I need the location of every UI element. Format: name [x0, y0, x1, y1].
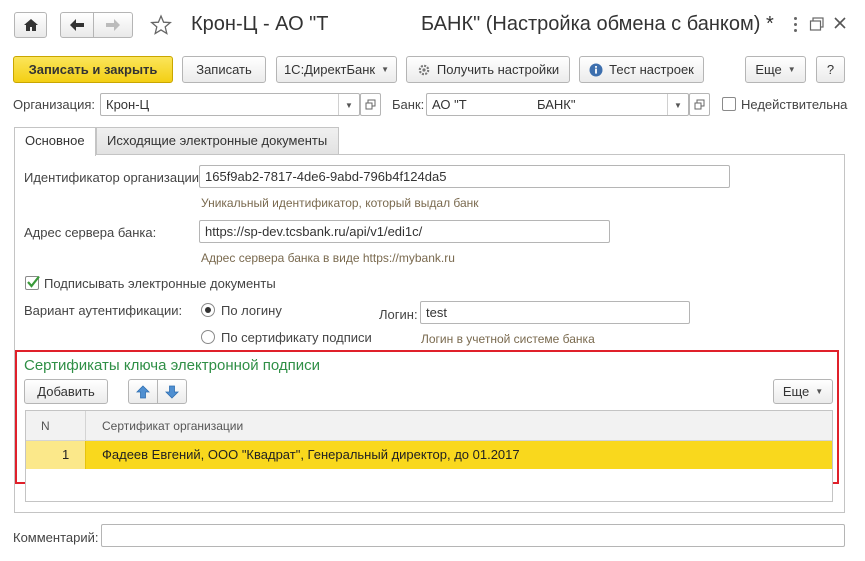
invalid-label: Недействительна [741, 97, 848, 112]
more-label: Еще [755, 62, 782, 77]
auth-by-cert-radio[interactable] [201, 330, 215, 344]
arrow-up-icon [136, 384, 150, 398]
org-id-input[interactable]: 165f9ab2-7817-4de6-9abd-796b4f124da5 [199, 165, 730, 188]
star-icon [150, 14, 172, 35]
certificates-more-label: Еще [782, 384, 810, 399]
org-id-hint: Уникальный идентификатор, который выдал … [201, 196, 479, 210]
move-down-button[interactable] [157, 379, 187, 404]
menu-kebab-icon[interactable] [789, 14, 803, 34]
certificates-section-title: Сертификаты ключа электронной подписи [24, 357, 321, 374]
get-settings-button[interactable]: Получить настройки [406, 56, 570, 83]
organization-field[interactable]: Крон-Ц ▼ [100, 93, 360, 116]
directbank-menu-button[interactable]: 1С:ДиректБанк ▼ [276, 56, 397, 83]
gear-icon [418, 64, 430, 75]
bank-value-part2: БАНК" [537, 97, 576, 112]
login-hint: Логин в учетной системе банка [421, 332, 595, 346]
test-settings-button[interactable]: Тест настроек [579, 56, 704, 83]
chevron-down-icon: ▼ [381, 65, 390, 74]
window-title-part1: Крон-Ц - АО "Т [191, 13, 329, 35]
help-button[interactable]: ? [816, 56, 845, 83]
home-button[interactable] [14, 12, 47, 38]
auth-by-cert-label: По сертификату подписи [221, 330, 372, 345]
auth-by-login-label: По логину [221, 303, 282, 318]
row-certificate: Фадеев Евгений, ООО "Квадрат", Генеральн… [102, 447, 520, 462]
arrow-left-icon [70, 19, 84, 31]
column-header-certificate[interactable]: Сертификат организации [102, 419, 243, 433]
bank-open-button[interactable] [689, 93, 710, 116]
save-and-close-label: Записать и закрыть [28, 62, 158, 77]
move-up-button[interactable] [128, 379, 158, 404]
home-icon [23, 19, 38, 31]
tab-outgoing-documents[interactable]: Исходящие электронные документы [96, 127, 339, 154]
open-window-icon [694, 99, 705, 110]
organization-value: Крон-Ц [106, 97, 150, 112]
org-id-label: Идентификатор организации: [24, 170, 203, 185]
save-label: Записать [196, 62, 252, 77]
add-certificate-label: Добавить [37, 384, 95, 399]
tab-outgoing-documents-label: Исходящие электронные документы [107, 133, 328, 148]
server-address-label: Адрес сервера банка: [24, 225, 157, 240]
sign-documents-checkbox[interactable] [25, 275, 40, 290]
certificates-more-button[interactable]: Еще ▼ [773, 379, 833, 404]
org-id-value: 165f9ab2-7817-4de6-9abd-796b4f124da5 [205, 169, 447, 184]
info-icon [589, 63, 603, 76]
server-address-hint: Адрес сервера банка в виде https://myban… [201, 251, 455, 265]
forward-button[interactable] [93, 12, 133, 38]
bank-label: Банк: [392, 97, 425, 112]
server-address-value: https://sp-dev.tcsbank.ru/api/v1/edi1c/ [205, 224, 423, 239]
tab-main[interactable]: Основное [14, 127, 96, 156]
add-certificate-button[interactable]: Добавить [24, 379, 108, 404]
chevron-down-icon[interactable]: ▼ [338, 94, 359, 115]
auth-by-login-radio[interactable] [201, 303, 215, 317]
get-settings-label: Получить настройки [436, 62, 560, 77]
comment-input[interactable] [101, 524, 845, 547]
login-label: Логин: [379, 307, 418, 322]
row-number: 1 [62, 447, 70, 462]
login-input[interactable]: test [420, 301, 690, 324]
organization-label: Организация: [13, 97, 96, 112]
arrow-down-icon [165, 385, 179, 399]
chevron-down-icon[interactable]: ▼ [667, 94, 688, 115]
chevron-down-icon: ▼ [815, 387, 824, 396]
organization-open-button[interactable] [360, 93, 381, 116]
server-address-input[interactable]: https://sp-dev.tcsbank.ru/api/v1/edi1c/ [199, 220, 610, 243]
login-value: test [426, 305, 447, 320]
invalid-checkbox[interactable] [722, 97, 736, 111]
auth-variant-label: Вариант аутентификации: [24, 303, 183, 318]
open-window-icon [365, 99, 376, 110]
bank-value-part1: АО "Т [432, 97, 467, 112]
checkmark-icon [27, 275, 40, 288]
save-and-close-button[interactable]: Записать и закрыть [13, 56, 173, 83]
directbank-label: 1С:ДиректБанк [283, 62, 376, 77]
favorite-star-button[interactable] [150, 14, 172, 39]
tab-main-label: Основное [25, 133, 85, 148]
certificates-table[interactable]: N Сертификат организации 1 Фадеев Евгени… [25, 410, 833, 502]
close-icon [834, 17, 846, 29]
close-window-button[interactable] [832, 15, 848, 34]
window-title-part2: БАНК" (Настройка обмена с банком) * [421, 13, 774, 35]
arrow-right-icon [106, 19, 120, 31]
comment-label: Комментарий: [13, 530, 99, 545]
bank-field[interactable]: АО "Т БАНК" ▼ [426, 93, 689, 116]
table-row[interactable]: 1 Фадеев Евгений, ООО "Квадрат", Генерал… [26, 441, 832, 469]
back-button[interactable] [60, 12, 94, 38]
window-restore-icon [809, 17, 824, 31]
more-menu-button[interactable]: Еще ▼ [745, 56, 806, 83]
restore-window-button[interactable] [809, 16, 825, 35]
chevron-down-icon: ▼ [787, 65, 796, 74]
test-settings-label: Тест настроек [609, 62, 694, 77]
column-header-n[interactable]: N [41, 419, 50, 433]
sign-documents-label: Подписывать электронные документы [44, 276, 276, 291]
help-label: ? [826, 62, 835, 77]
table-header: N Сертификат организации [26, 411, 832, 441]
save-button[interactable]: Записать [182, 56, 266, 83]
